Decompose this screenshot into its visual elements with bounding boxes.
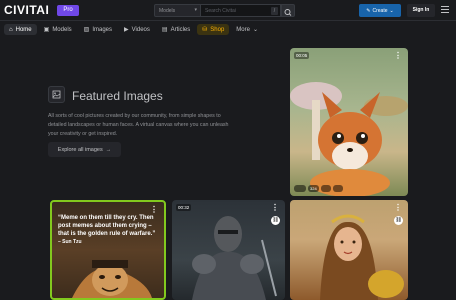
- reaction-pill[interactable]: [332, 185, 343, 192]
- nav-shop[interactable]: ⛁ Shop: [197, 24, 230, 35]
- reaction-count[interactable]: 324: [308, 185, 319, 192]
- search-bar: Models ▾ Search Civitai /: [154, 4, 301, 17]
- image-icon: ▨: [83, 27, 90, 33]
- featured-images-icon: [48, 86, 65, 103]
- featured-description: All sorts of cool pictures created by ou…: [48, 113, 229, 137]
- card-reactions: 324: [294, 185, 343, 192]
- shop-icon: ⛁: [202, 27, 208, 33]
- goddess-illustration: [320, 214, 404, 300]
- meme-quote-text: “Meme on them till they cry. Then post m…: [58, 215, 156, 237]
- image-card-fox[interactable]: 00:05 ⋮ 324: [290, 48, 408, 196]
- plus-icon: ✎: [366, 7, 371, 14]
- image-card-goddess[interactable]: ⋮ ⛓: [290, 200, 408, 300]
- article-icon: ▤: [161, 27, 168, 33]
- arrow-right-icon: →: [105, 146, 112, 153]
- search-button[interactable]: [281, 4, 295, 17]
- image-card-knight[interactable]: 00:32 ⋮ ⛓: [172, 200, 285, 300]
- meme-author: – Sun Tzu: [58, 239, 82, 245]
- home-icon: ⌂: [9, 26, 13, 33]
- video-icon: ▶: [124, 27, 129, 33]
- more-options-icon[interactable]: ⋮: [394, 51, 402, 60]
- meme-quote: “Meme on them till they cry. Then post m…: [58, 214, 158, 246]
- nav-more-label: More: [236, 26, 250, 33]
- reaction-pill[interactable]: [294, 185, 306, 192]
- nav-videos[interactable]: ▶ Videos: [119, 24, 155, 35]
- fox-illustration: [290, 82, 408, 196]
- search-input[interactable]: Search Civitai /: [201, 4, 281, 17]
- create-label: Create: [372, 7, 388, 14]
- reaction-pill[interactable]: [320, 185, 331, 192]
- link-icon[interactable]: ⛓: [271, 216, 280, 225]
- knight-illustration: [192, 216, 277, 300]
- search-icon: [284, 9, 292, 16]
- nav-videos-label: Videos: [131, 26, 150, 33]
- sign-in-button[interactable]: Sign In: [407, 4, 435, 17]
- nav-images-label: Images: [92, 26, 113, 33]
- video-duration: 00:32: [176, 204, 192, 211]
- more-options-icon[interactable]: ⋮: [271, 203, 279, 212]
- main-nav: ⌂ Home ▣ Models ▨ Images ▶ Videos ▤ Arti…: [0, 22, 456, 37]
- search-placeholder: Search Civitai: [205, 8, 236, 14]
- explore-all-images-button[interactable]: Explore all images →: [48, 142, 121, 157]
- search-type-label: Models: [159, 8, 176, 14]
- nav-models[interactable]: ▣ Models: [39, 24, 77, 35]
- link-icon[interactable]: ⛓: [394, 216, 403, 225]
- nav-models-label: Models: [52, 26, 72, 33]
- search-shortcut-hint: /: [271, 7, 278, 15]
- video-duration: 00:05: [294, 52, 310, 59]
- more-options-icon[interactable]: ⋮: [394, 203, 402, 212]
- menu-icon[interactable]: [441, 6, 449, 13]
- image-card-meme[interactable]: ⋮ “Meme on them till they cry. Then post…: [50, 200, 166, 300]
- nav-shop-label: Shop: [210, 26, 225, 33]
- nav-articles-label: Articles: [170, 26, 191, 33]
- chevron-down-icon: ▾: [194, 7, 197, 13]
- nav-images[interactable]: ▨ Images: [79, 24, 117, 35]
- featured-title: Featured Images: [72, 89, 163, 103]
- chevron-down-icon: ⌄: [389, 7, 394, 14]
- nav-home[interactable]: ⌂ Home: [4, 24, 37, 35]
- search-type-select[interactable]: Models ▾: [154, 4, 201, 17]
- pro-badge[interactable]: Pro: [57, 5, 79, 16]
- more-options-icon[interactable]: ⋮: [150, 205, 158, 214]
- reaction-count-value: 324: [310, 186, 317, 191]
- box-icon: ▣: [43, 27, 50, 33]
- nav-more[interactable]: More ⌄: [231, 24, 263, 35]
- nav-articles[interactable]: ▤ Articles: [157, 24, 195, 35]
- explore-label: Explore all images: [57, 146, 103, 153]
- nav-home-label: Home: [15, 26, 32, 33]
- civitai-logo[interactable]: CIVITAI: [4, 4, 49, 17]
- top-bar: CIVITAI Pro Models ▾ Search Civitai / ✎ …: [0, 0, 456, 21]
- chevron-down-icon: ⌄: [252, 27, 258, 33]
- create-button[interactable]: ✎ Create ⌄: [359, 4, 401, 17]
